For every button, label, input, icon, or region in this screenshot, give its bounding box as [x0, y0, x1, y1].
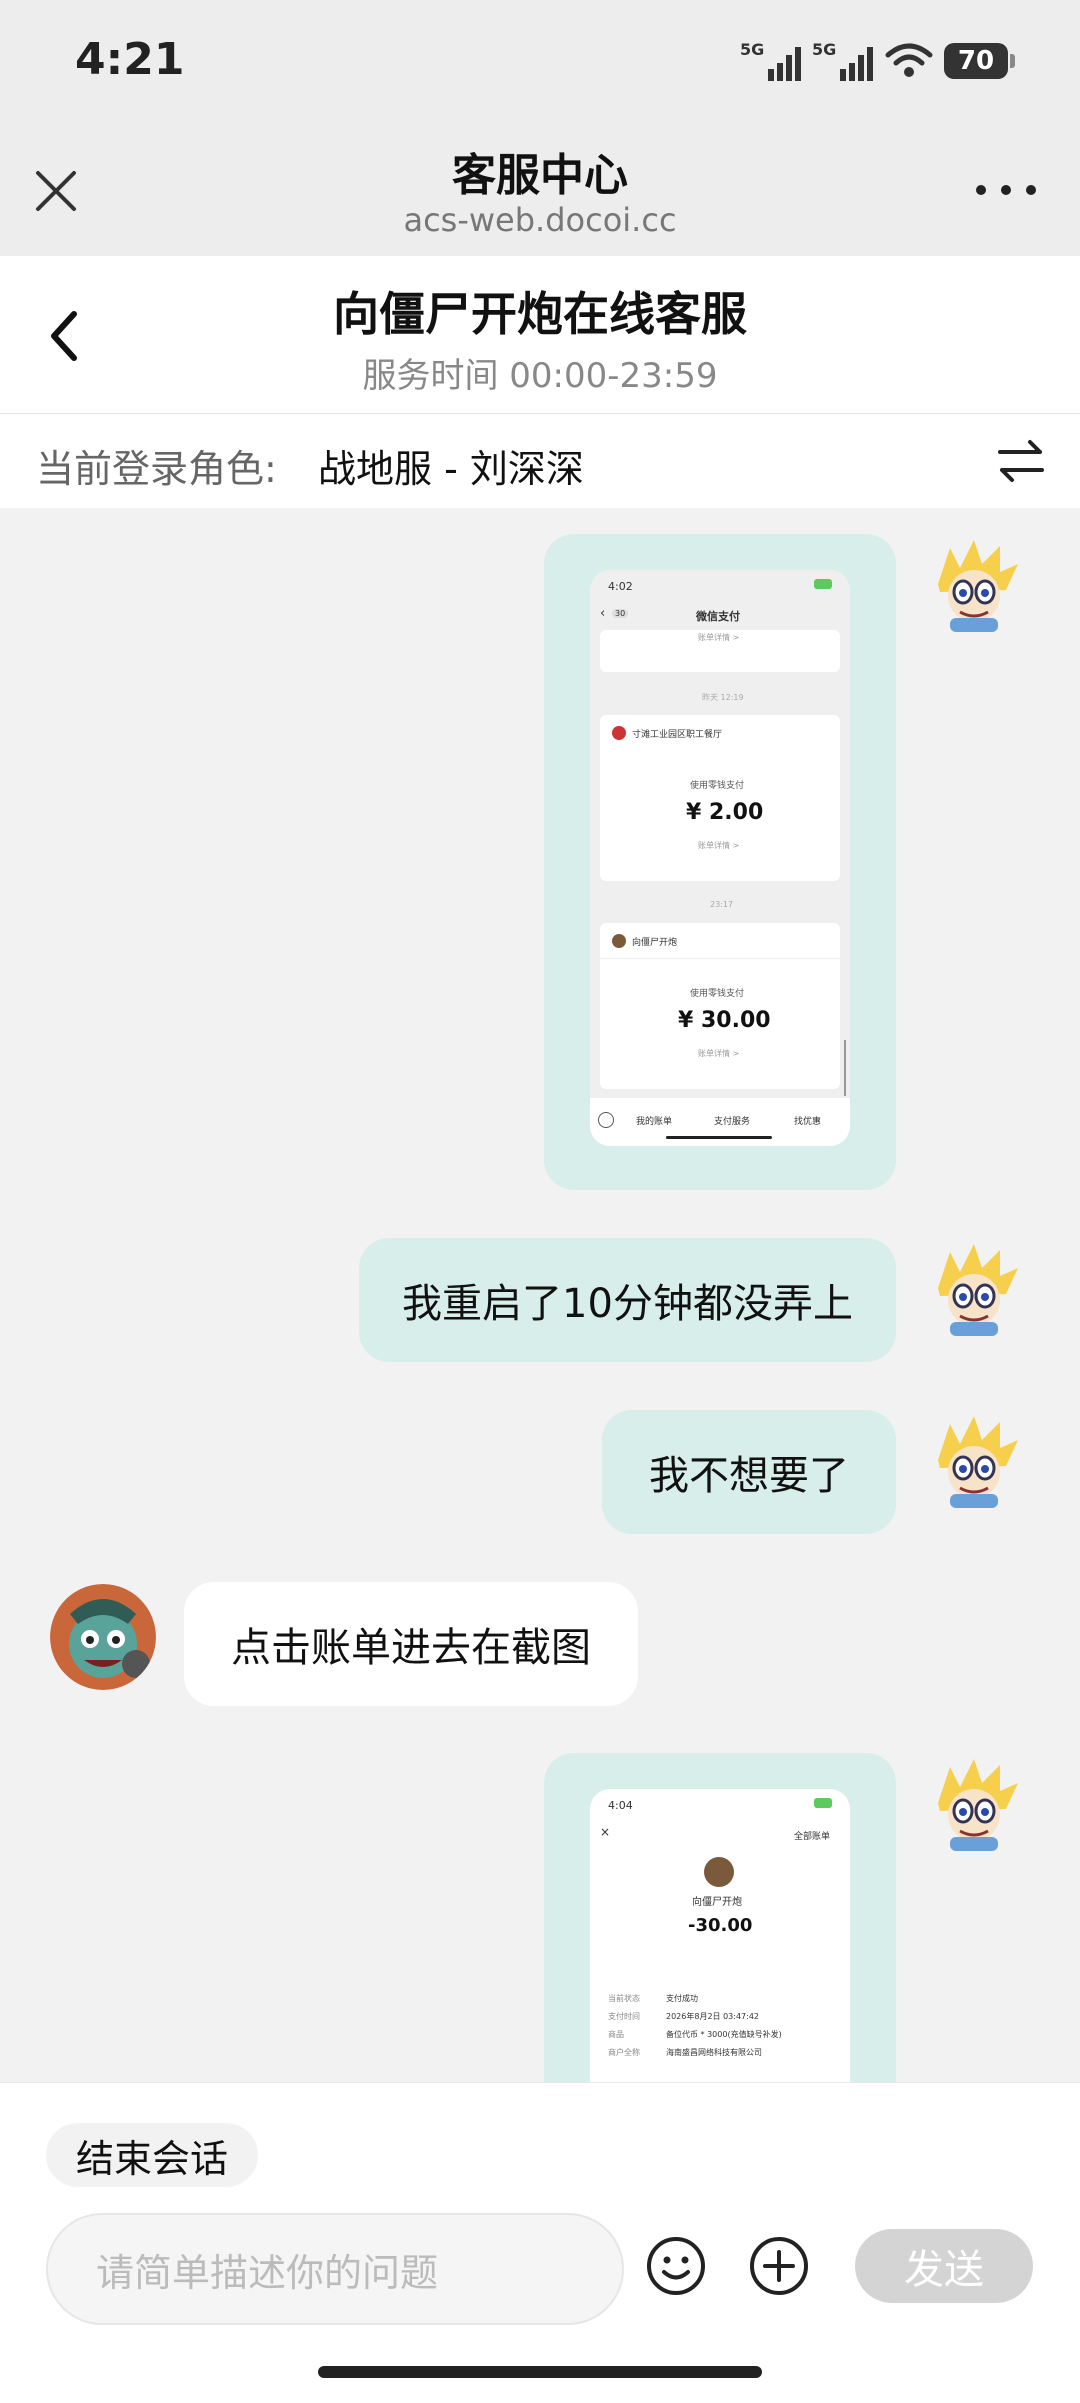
user-message-bubble[interactable]: 我不想要了: [602, 1410, 896, 1534]
send-button[interactable]: 发送: [855, 2229, 1033, 2303]
switch-role-icon[interactable]: [996, 436, 1046, 486]
composer: 结束会话 请简单描述你的问题 发送: [0, 2082, 1080, 2403]
role-bar: 当前登录角色: 战地服 - 刘深深: [0, 414, 1080, 508]
user-avatar[interactable]: [920, 1410, 1026, 1516]
signal-5g-icon: 5G: [740, 40, 801, 81]
service-hours: 服务时间 00:00-23:59: [362, 356, 718, 396]
role-label: 当前登录角色:: [36, 447, 277, 491]
status-bar: 4:21 5G 5G 70: [0, 0, 1080, 125]
home-indicator: [318, 2366, 762, 2378]
add-icon[interactable]: [748, 2235, 810, 2297]
battery-indicator: 70: [944, 43, 1015, 79]
user-message-bubble[interactable]: 我重启了10分钟都没弄上: [359, 1238, 896, 1362]
chat-title: 向僵尸开炮在线客服: [333, 287, 747, 341]
user-avatar[interactable]: [920, 534, 1026, 640]
message-input[interactable]: 请简单描述你的问题: [46, 2213, 624, 2325]
chat-header: 向僵尸开炮在线客服 服务时间 00:00-23:59: [0, 256, 1080, 414]
role-value: 战地服 - 刘深深: [318, 447, 584, 491]
svg-text:5G: 5G: [740, 40, 764, 59]
svg-text:5G: 5G: [812, 40, 836, 59]
browser-title: 客服中心: [452, 150, 628, 201]
message-list[interactable]: 4:02 ‹ 30 微信支付 账单详情 > 昨天 12:19 寸滩工业园区职工餐…: [0, 508, 1080, 2082]
user-avatar[interactable]: [920, 1753, 1026, 1859]
end-session-button[interactable]: 结束会话: [46, 2123, 259, 2187]
agent-message-bubble[interactable]: 点击账单进去在截图: [184, 1582, 638, 1706]
wifi-icon: [885, 43, 933, 77]
agent-avatar[interactable]: [50, 1584, 156, 1690]
screenshot-image[interactable]: 4:04 × 全部账单 向僵尸开炮 -30.00 当前状态 支付成功 支付时间 …: [590, 1789, 850, 2082]
more-menu-icon[interactable]: [976, 175, 1036, 205]
image-message[interactable]: 4:02 ‹ 30 微信支付 账单详情 > 昨天 12:19 寸滩工业园区职工餐…: [544, 534, 896, 1190]
browser-header: 客服中心 acs-web.docoi.cc: [0, 125, 1080, 256]
status-icons: 5G 5G 70: [740, 36, 1015, 86]
emoji-icon[interactable]: [645, 2235, 707, 2297]
user-avatar[interactable]: [920, 1238, 1026, 1344]
screenshot-image[interactable]: 4:02 ‹ 30 微信支付 账单详情 > 昨天 12:19 寸滩工业园区职工餐…: [590, 570, 850, 1146]
status-time: 4:21: [75, 34, 185, 85]
signal-5g-icon-2: 5G: [812, 40, 873, 81]
image-message[interactable]: 4:04 × 全部账单 向僵尸开炮 -30.00 当前状态 支付成功 支付时间 …: [544, 1753, 896, 2082]
browser-url: acs-web.docoi.cc: [403, 201, 677, 239]
